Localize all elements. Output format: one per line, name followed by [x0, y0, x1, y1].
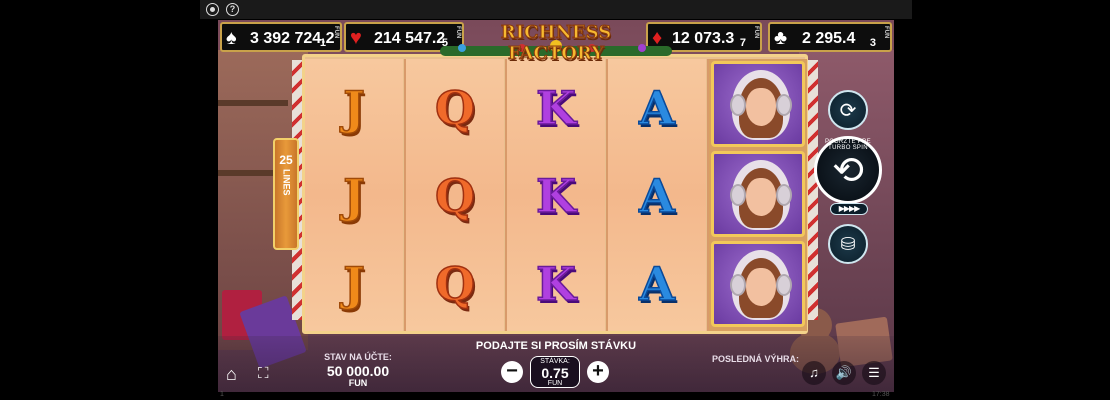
spade-icon: ♠	[226, 27, 237, 49]
help-icon[interactable]: ?	[226, 3, 239, 16]
balance-value: 50 000.00	[326, 363, 390, 379]
balance-currency: FUN	[348, 378, 368, 388]
jackpot-subdigit: 1	[319, 37, 326, 49]
paylines-banner: 25 LINES	[273, 138, 299, 250]
paylines-count: 25	[279, 153, 293, 167]
currency-label: FUN	[753, 26, 759, 39]
symbol-j: J	[342, 80, 365, 136]
game-logo: RICHNESS FACTORY	[500, 22, 612, 65]
spin-button[interactable]: PODRŽTE PRE TURBO SPIN ⟲	[814, 136, 882, 204]
jackpot-counter-clubs: ♣ 2 295.4 3 FUN	[768, 22, 892, 52]
reel-3: K K K	[507, 59, 605, 331]
coins-icon: ⛁	[840, 233, 856, 254]
bet-prompt-message: PODAJTE SI PROSÍM STÁVKU	[475, 340, 637, 352]
diamond-icon: ♦	[652, 27, 663, 49]
reel-1: J J J	[305, 59, 403, 331]
jackpot-subdigit: 7	[739, 37, 746, 49]
increase-bet-button[interactable]: +	[587, 361, 609, 383]
currency-label: FUN	[333, 26, 339, 39]
jackpot-value: 12 073.3	[672, 30, 735, 47]
symbol-j: J	[342, 256, 365, 312]
bet-value: 0.75	[541, 365, 569, 381]
symbol-k: K	[535, 168, 576, 224]
reel-frame: J J J Q Q Q K K K A A A	[302, 54, 808, 334]
menu-icon[interactable]: ☰	[862, 361, 886, 385]
symbol-q: Q	[434, 80, 476, 136]
symbol-a: A	[638, 256, 675, 312]
browser-top-bar: ?	[200, 0, 912, 19]
heart-icon: ♥	[350, 27, 362, 49]
jackpot-subdigit: 3	[869, 37, 876, 49]
symbol-k: K	[535, 80, 576, 136]
autoplay-button[interactable]: ⟳	[828, 90, 868, 130]
decrease-bet-button[interactable]: −	[501, 361, 523, 383]
record-icon[interactable]	[206, 3, 219, 16]
bet-display: STÁVKA: 0.75 FUN	[530, 356, 580, 388]
turbo-hint-text: PODRŽTE PRE TURBO SPIN	[825, 139, 871, 151]
symbol-girl-portrait	[711, 61, 805, 147]
ornament-decoration	[458, 44, 466, 52]
turbo-spin-toggle[interactable]: ▶▶▶▶	[830, 203, 868, 215]
jackpot-value: 2 295.4	[802, 30, 856, 47]
reel-2: Q Q Q	[406, 59, 504, 331]
symbol-girl-portrait	[711, 151, 805, 237]
bet-currency: FUN	[547, 380, 563, 387]
symbol-a: A	[638, 168, 675, 224]
currency-label: FUN	[455, 26, 461, 39]
music-icon[interactable]: ♫	[802, 361, 826, 385]
slot-game-area: J J J Q Q Q K K K A A A ♠ 3 392 724.2 1 …	[218, 20, 894, 392]
symbol-q: Q	[434, 168, 476, 224]
symbol-q: Q	[434, 256, 476, 312]
reel-4: A A A	[608, 59, 706, 331]
jackpot-value: 214 547.2	[374, 30, 446, 47]
fullscreen-icon[interactable]: ⛶	[258, 365, 269, 382]
currency-label: FUN	[883, 26, 889, 39]
symbol-k: K	[535, 256, 576, 312]
symbol-a: A	[638, 80, 675, 136]
last-win-label: POSLEDNÁ VÝHRA:	[712, 354, 800, 364]
symbol-girl-portrait	[711, 241, 805, 327]
paylines-label: LINES	[281, 169, 292, 196]
home-icon[interactable]: ⌂	[226, 364, 237, 385]
bet-settings-button[interactable]: ⛁	[828, 224, 868, 264]
footer-left-text: 1	[220, 391, 224, 398]
shelf	[218, 100, 288, 106]
symbol-j: J	[342, 168, 365, 224]
footer-clock: 17:38	[872, 391, 890, 398]
balance-label: STAV NA ÚČTE:	[324, 352, 392, 362]
autoplay-icon: ⟳	[839, 99, 857, 122]
sound-icon[interactable]: 🔊	[832, 361, 856, 385]
reel-5	[709, 59, 807, 331]
jackpot-counter-spades: ♠ 3 392 724.2 1 FUN	[220, 22, 342, 52]
club-icon: ♣	[774, 27, 788, 49]
